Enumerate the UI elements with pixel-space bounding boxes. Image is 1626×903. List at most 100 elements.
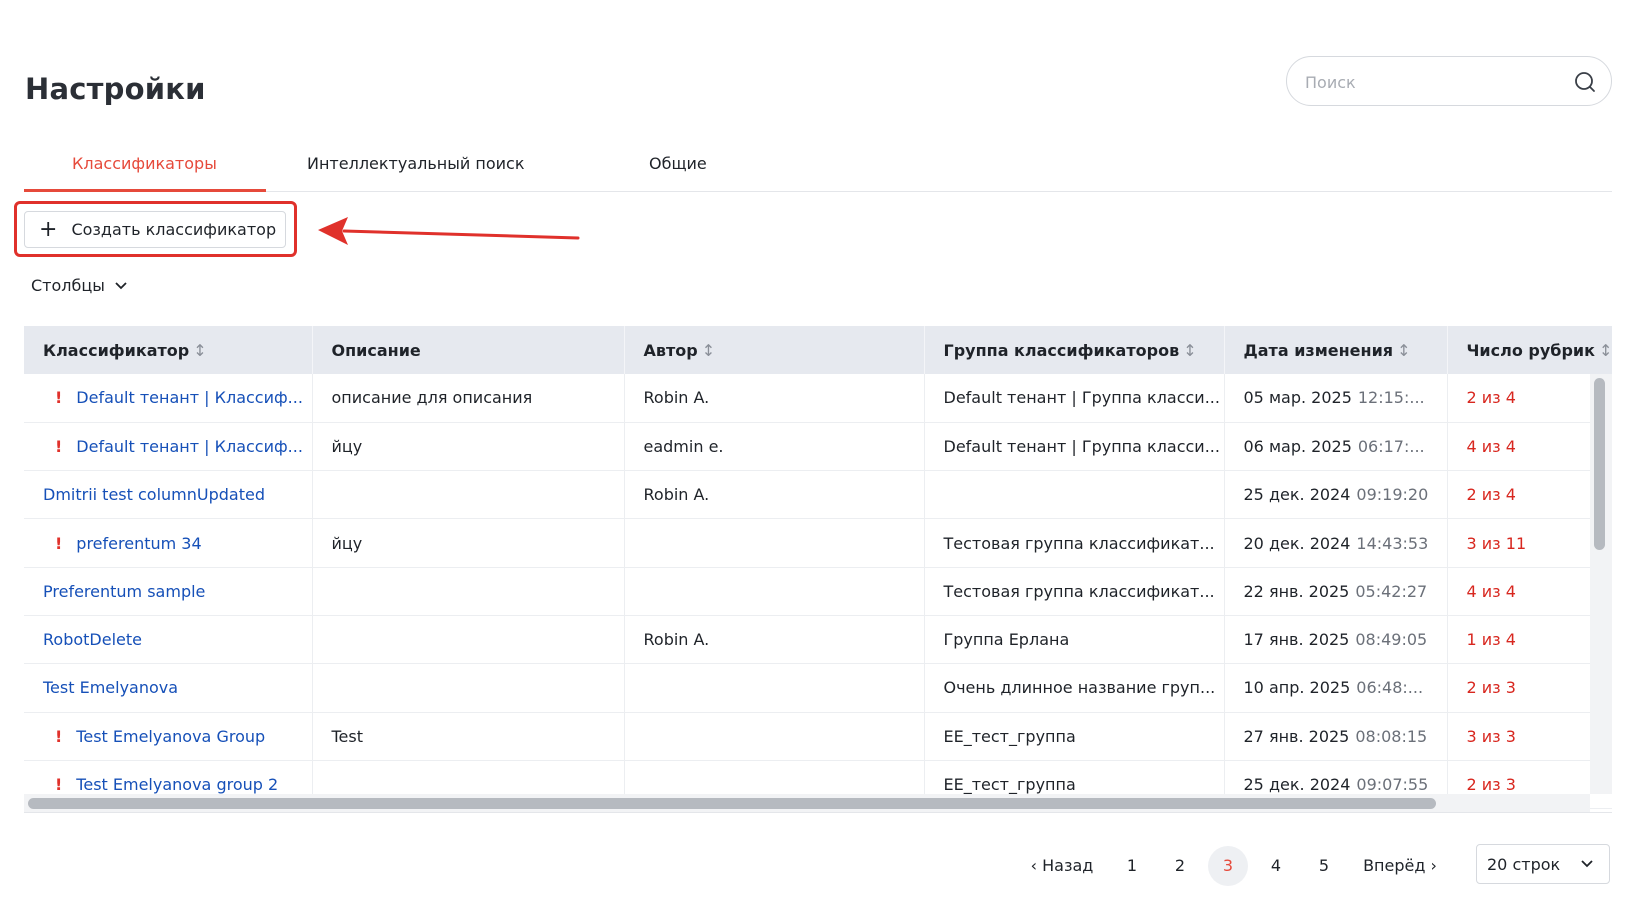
chevron-down-icon (1581, 860, 1593, 868)
search-box[interactable] (1286, 56, 1612, 106)
rubric-count-cell: 1 из 4 (1447, 615, 1612, 665)
date-value: 25 дек. 2024 (1243, 485, 1351, 505)
col-header-rubric-count[interactable]: Число рубрик ↕ (1447, 326, 1612, 374)
classifier-name-cell[interactable]: ! preferentum 34 (24, 518, 313, 568)
annotation-arrow-icon (318, 217, 580, 245)
table-row[interactable]: ! Default тенант | Классиф... описание для… (24, 374, 1612, 423)
classifier-name-link[interactable]: RobotDelete (43, 630, 142, 649)
warning-icon: ! (55, 436, 63, 456)
group-cell: Группа Ерлана (924, 615, 1225, 665)
col-header-classifier[interactable]: Классификатор ↕ (24, 326, 313, 374)
table-row[interactable]: RobotDelete Robin A. Группа Ерлана 17 янв. … (24, 615, 1612, 665)
tab-classifiers[interactable]: Классификаторы (72, 154, 217, 173)
warning-icon: ! (55, 775, 63, 795)
description-cell: йцу (312, 518, 625, 568)
date-value: 25 дек. 2024 (1243, 775, 1351, 795)
classifier-name-link[interactable]: Dmitrii test columnUpdated (43, 485, 265, 504)
page-5-button[interactable]: 5 (1304, 846, 1344, 886)
sort-icon[interactable]: ↕ (1397, 341, 1410, 360)
classifier-name-cell[interactable]: Test Emelyanova (24, 663, 313, 713)
sort-icon[interactable]: ↕ (702, 341, 715, 360)
page-3-button[interactable]: 3 (1208, 846, 1248, 886)
table-row[interactable]: Test Emelyanova Очень длинное название гр… (24, 663, 1612, 713)
classifier-name-link[interactable]: Test Emelyanova group 2 (76, 775, 278, 794)
time-value: 12:15:... (1357, 388, 1425, 408)
page-4-button[interactable]: 4 (1256, 846, 1296, 886)
search-input[interactable] (1305, 69, 1565, 95)
table-row[interactable]: ! Default тенант | Классиф... йцу eadmin e.… (24, 422, 1612, 472)
time-value: 08:08:15 (1355, 726, 1428, 746)
columns-label: Столбцы (31, 276, 105, 295)
horizontal-scroll-thumb[interactable] (28, 798, 1436, 809)
tab-intelligent-search[interactable]: Интеллектуальный поиск (307, 154, 525, 173)
time-value: 14:43:53 (1356, 533, 1429, 553)
col-header-label: Описание (331, 340, 421, 360)
rows-per-page-value: 20 строк (1487, 854, 1561, 874)
modified-date-cell: 10 апр. 2025 06:48:... (1224, 663, 1448, 713)
page-title: Настройки (25, 72, 206, 106)
classifier-name-link[interactable]: Test Emelyanova Group (76, 727, 265, 746)
chevron-down-icon (115, 281, 127, 289)
table-row[interactable]: Preferentum sample Тестовая группа класси… (24, 567, 1612, 616)
classifier-name-cell[interactable]: RobotDelete (24, 615, 313, 665)
warning-icon: ! (55, 388, 63, 408)
classifier-name-link[interactable]: Default тенант | Классиф... (76, 437, 303, 456)
col-header-modified-date[interactable]: Дата изменения ↕ (1224, 326, 1448, 374)
classifier-name-cell[interactable]: ! Test Emelyanova Group (24, 712, 313, 761)
date-value: 20 дек. 2024 (1243, 533, 1351, 553)
sort-icon[interactable]: ↕ (193, 341, 206, 360)
group-cell (924, 470, 1225, 520)
description-cell (312, 615, 625, 665)
col-header-label: Число рубрик (1466, 340, 1595, 360)
author-cell (624, 567, 925, 616)
next-page-button[interactable]: Вперёд › (1360, 846, 1440, 886)
sort-icon[interactable]: ↕ (1183, 341, 1196, 360)
author-cell: Robin A. (624, 615, 925, 665)
date-value: 10 апр. 2025 (1243, 678, 1351, 698)
sort-icon[interactable]: ↕ (1599, 341, 1611, 360)
classifier-name-cell[interactable]: ! Default тенант | Классиф... (24, 374, 313, 423)
modified-date-cell: 06 мар. 2025 06:17:... (1224, 422, 1448, 472)
plus-icon: + (39, 216, 58, 242)
classifier-name-cell[interactable]: ! Default тенант | Классиф... (24, 422, 313, 472)
classifier-name-cell[interactable]: Dmitrii test columnUpdated (24, 470, 313, 520)
tab-general[interactable]: Общие (649, 154, 707, 173)
rubric-count-cell: 2 из 4 (1447, 374, 1612, 423)
table-row[interactable]: ! Test Emelyanova Group Test ЕЕ_тест_группа… (24, 712, 1612, 761)
time-value: 09:07:55 (1356, 775, 1429, 795)
author-cell: Robin A. (624, 470, 925, 520)
rubric-count-cell: 4 из 4 (1447, 567, 1612, 616)
author-cell (624, 712, 925, 761)
classifier-name-link[interactable]: Preferentum sample (43, 582, 205, 601)
classifier-name-cell[interactable]: Preferentum sample (24, 567, 313, 616)
modified-date-cell: 05 мар. 2025 12:15:... (1224, 374, 1448, 423)
columns-toggle[interactable]: Столбцы (31, 276, 127, 295)
table-row[interactable]: ! preferentum 34 йцу Тестовая группа класси… (24, 518, 1612, 568)
page-1-button[interactable]: 1 (1112, 846, 1152, 886)
create-classifier-button[interactable]: + Создать классификатор (24, 211, 286, 248)
table-row[interactable]: Dmitrii test columnUpdated Robin A. 25 дек… (24, 470, 1612, 520)
warning-icon: ! (55, 533, 63, 553)
classifier-name-link[interactable]: preferentum 34 (76, 534, 201, 553)
modified-date-cell: 27 янв. 2025 08:08:15 (1224, 712, 1448, 761)
col-header-author[interactable]: Автор ↕ (624, 326, 925, 374)
rubric-count-cell: 3 из 3 (1447, 712, 1612, 761)
date-value: 06 мар. 2025 (1243, 436, 1352, 456)
table-header-row: Классификатор ↕ Описание Автор ↕ Группа класс… (24, 326, 1612, 374)
description-cell: описание для описания (312, 374, 625, 423)
description-cell (312, 663, 625, 713)
table-body: ! Default тенант | Классиф... описание для… (24, 374, 1612, 810)
prev-page-button[interactable]: ‹ Назад (1028, 846, 1096, 886)
description-cell (312, 470, 625, 520)
classifier-name-link[interactable]: Test Emelyanova (43, 678, 178, 697)
vertical-scroll-thumb[interactable] (1594, 378, 1605, 550)
col-header-group[interactable]: Группа классификаторов ↕ (924, 326, 1225, 374)
group-cell: Default тенант | Группа класси... (924, 374, 1225, 423)
search-icon[interactable] (1573, 70, 1597, 94)
group-cell: Очень длинное название груп... (924, 663, 1225, 713)
author-cell (624, 518, 925, 568)
classifier-name-link[interactable]: Default тенант | Классиф... (76, 388, 303, 407)
page-2-button[interactable]: 2 (1160, 846, 1200, 886)
group-cell: Тестовая группа классификат... (924, 518, 1225, 568)
rows-per-page-select[interactable]: 20 строк (1476, 844, 1610, 884)
